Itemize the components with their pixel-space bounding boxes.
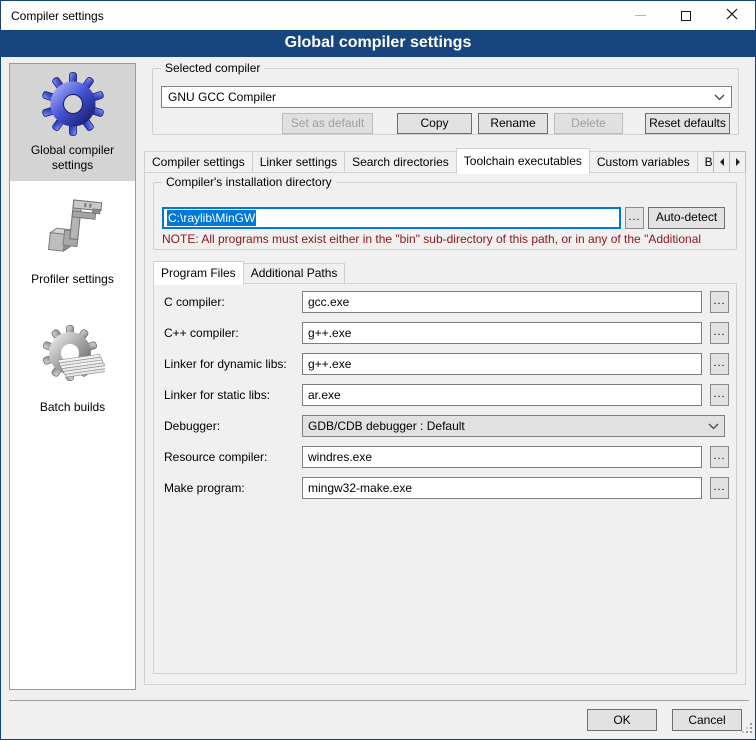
- caption-buttons: [617, 1, 755, 30]
- field-label: C++ compiler:: [164, 322, 302, 344]
- sidebar-item-batch-builds[interactable]: Batch builds: [10, 315, 135, 423]
- cpp-compiler-input[interactable]: g++.exe: [302, 322, 702, 344]
- installation-directory-row: C:\raylib\MinGW ... Auto-detect: [162, 207, 730, 229]
- arrow-right-icon: [735, 158, 741, 166]
- form-row-c-compiler: C compiler: gcc.exe ...: [154, 291, 736, 313]
- maximize-button[interactable]: [663, 1, 709, 30]
- field-label: Debugger:: [164, 415, 302, 437]
- dynamic-linker-input[interactable]: g++.exe: [302, 353, 702, 375]
- sidebar-item-label: Global compiler settings: [14, 143, 131, 173]
- close-button[interactable]: [709, 1, 755, 30]
- group-legend: Compiler's installation directory: [162, 175, 336, 190]
- settings-sidebar: Global compiler settings: [9, 63, 136, 690]
- footer-divider: [9, 700, 749, 701]
- form-row-dynamic-linker: Linker for dynamic libs: g++.exe ...: [154, 353, 736, 375]
- field-label: Linker for static libs:: [164, 384, 302, 406]
- resize-grip[interactable]: [742, 723, 753, 737]
- compiler-buttons-row: Set as default Copy Rename Delete Reset …: [161, 113, 730, 134]
- c-compiler-browse-button[interactable]: ...: [710, 291, 729, 313]
- static-linker-input[interactable]: ar.exe: [302, 384, 702, 406]
- gray-gear-stack-icon: [14, 323, 131, 396]
- tab-program-files[interactable]: Program Files: [153, 261, 244, 285]
- field-label: Resource compiler:: [164, 446, 302, 468]
- minimize-button[interactable]: [617, 1, 663, 30]
- compiler-select-value: GNU GCC Compiler: [168, 90, 276, 104]
- program-files-panel: C compiler: gcc.exe ... C++ compiler: g+…: [153, 283, 737, 674]
- reset-defaults-button[interactable]: Reset defaults: [645, 113, 730, 134]
- tab-scroll-right-button[interactable]: [729, 151, 746, 173]
- program-files-tabstrip: Program Files Additional Paths: [153, 259, 737, 284]
- page-title: Global compiler settings: [1, 30, 755, 57]
- compiler-select[interactable]: GNU GCC Compiler: [161, 86, 732, 108]
- bin-subdirectory-note: NOTE: All programs must exist either in …: [162, 232, 734, 246]
- form-row-static-linker: Linker for static libs: ar.exe ...: [154, 384, 736, 406]
- sidebar-item-profiler-settings[interactable]: Profiler settings: [10, 187, 135, 295]
- arrow-left-icon: [719, 158, 725, 166]
- maximize-icon: [681, 11, 691, 21]
- chevron-down-icon: [708, 423, 719, 430]
- ok-button[interactable]: OK: [587, 709, 657, 731]
- sidebar-item-label: Profiler settings: [14, 272, 131, 287]
- field-label: Make program:: [164, 477, 302, 499]
- blue-gear-icon: [14, 72, 131, 139]
- make-program-browse-button[interactable]: ...: [710, 477, 729, 499]
- selected-path-text: C:\raylib\MinGW: [167, 210, 256, 226]
- settings-tabstrip: Compiler settings Linker settings Search…: [144, 147, 746, 173]
- close-icon: [726, 8, 738, 23]
- form-row-cpp-compiler: C++ compiler: g++.exe ...: [154, 322, 736, 344]
- field-label: Linker for dynamic libs:: [164, 353, 302, 375]
- rename-button[interactable]: Rename: [478, 113, 548, 134]
- cpp-compiler-browse-button[interactable]: ...: [710, 322, 729, 344]
- c-compiler-input[interactable]: gcc.exe: [302, 291, 702, 313]
- field-label: C compiler:: [164, 291, 302, 313]
- browse-directory-button[interactable]: ...: [625, 207, 644, 229]
- sidebar-item-global-compiler-settings[interactable]: Global compiler settings: [10, 64, 135, 181]
- sidebar-item-label: Batch builds: [14, 400, 131, 415]
- installation-directory-input[interactable]: C:\raylib\MinGW: [162, 207, 621, 229]
- minimize-icon: [635, 15, 646, 16]
- compiler-settings-dialog: Compiler settings Global compiler settin…: [0, 0, 756, 740]
- tab-scroll-left-button[interactable]: [713, 151, 730, 173]
- dynamic-linker-browse-button[interactable]: ...: [710, 353, 729, 375]
- toolchain-executables-panel: Compiler's installation directory C:\ray…: [144, 172, 746, 685]
- title-bar: Compiler settings: [1, 1, 755, 30]
- form-row-debugger: Debugger: GDB/CDB debugger : Default: [154, 415, 736, 437]
- tab-scroll-arrows: [714, 151, 746, 173]
- tab-additional-paths[interactable]: Additional Paths: [243, 263, 346, 284]
- static-linker-browse-button[interactable]: ...: [710, 384, 729, 406]
- cancel-button[interactable]: Cancel: [672, 709, 742, 731]
- form-row-make-program: Make program: mingw32-make.exe ...: [154, 477, 736, 499]
- group-legend: Selected compiler: [161, 61, 264, 76]
- chevron-down-icon: [714, 94, 725, 101]
- copy-button[interactable]: Copy: [397, 113, 472, 134]
- make-program-input[interactable]: mingw32-make.exe: [302, 477, 702, 499]
- resource-compiler-browse-button[interactable]: ...: [710, 446, 729, 468]
- set-as-default-button[interactable]: Set as default: [282, 113, 373, 134]
- auto-detect-button[interactable]: Auto-detect: [648, 207, 725, 229]
- selected-compiler-group: Selected compiler GNU GCC Compiler Set a…: [152, 68, 739, 135]
- tab-compiler-settings[interactable]: Compiler settings: [144, 151, 253, 173]
- tab-search-directories[interactable]: Search directories: [344, 151, 457, 173]
- tab-custom-variables[interactable]: Custom variables: [589, 151, 698, 173]
- debugger-select[interactable]: GDB/CDB debugger : Default: [302, 415, 725, 437]
- tab-linker-settings[interactable]: Linker settings: [252, 151, 345, 173]
- installation-directory-group: Compiler's installation directory C:\ray…: [153, 182, 737, 250]
- form-row-resource-compiler: Resource compiler: windres.exe ...: [154, 446, 736, 468]
- debugger-select-value: GDB/CDB debugger : Default: [308, 419, 465, 433]
- tab-toolchain-executables[interactable]: Toolchain executables: [456, 148, 590, 174]
- caliper-icon: [14, 195, 131, 268]
- resource-compiler-input[interactable]: windres.exe: [302, 446, 702, 468]
- delete-button[interactable]: Delete: [554, 113, 623, 134]
- window-title: Compiler settings: [1, 9, 104, 23]
